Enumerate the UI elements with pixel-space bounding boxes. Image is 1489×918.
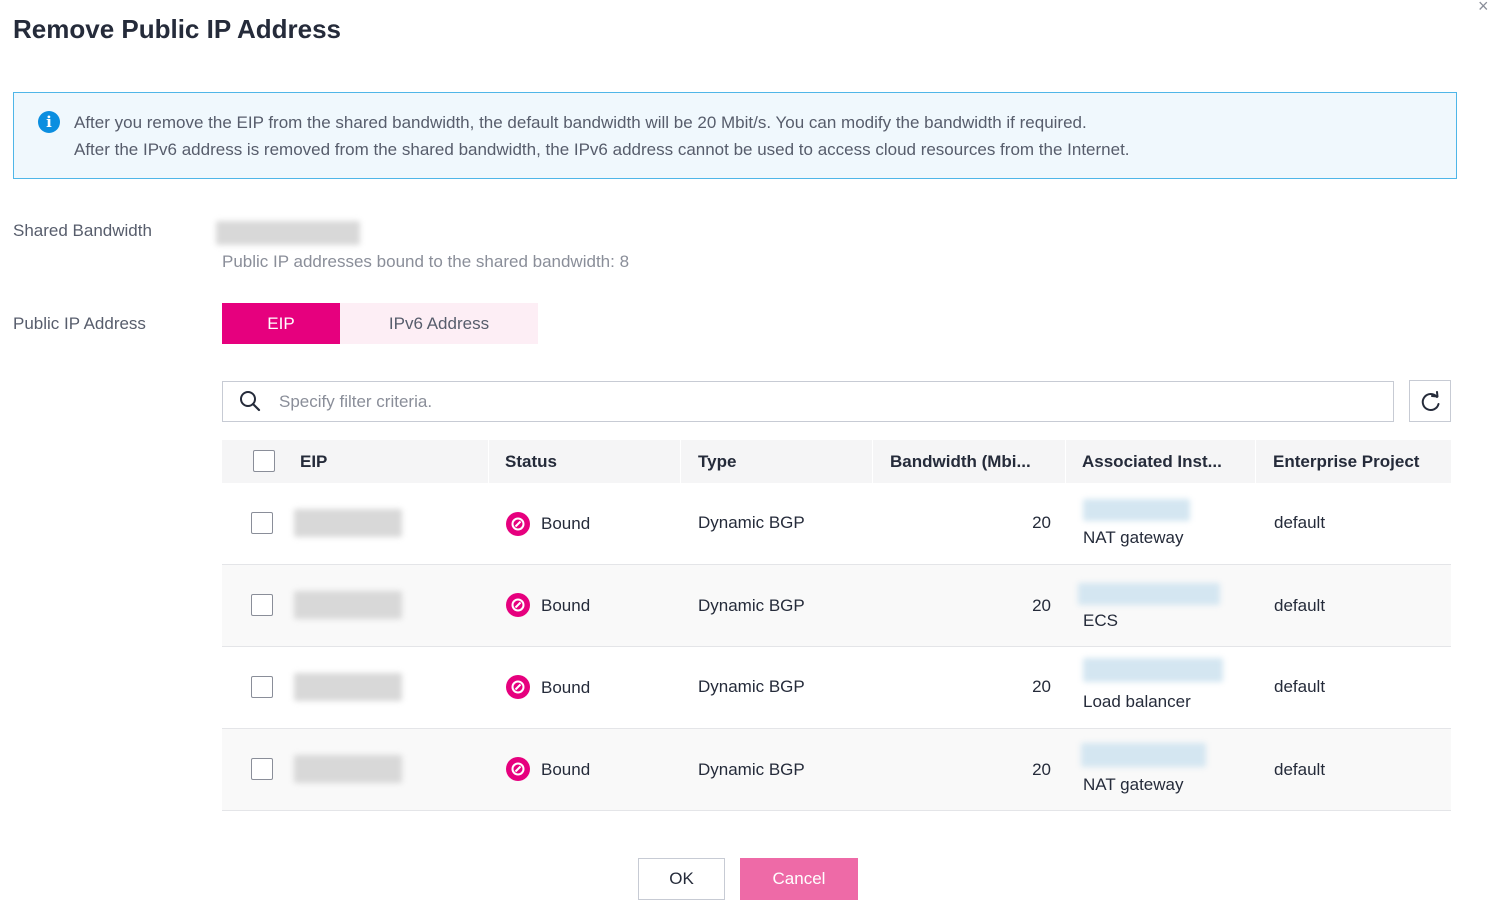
ok-button[interactable]: OK <box>638 858 725 900</box>
tab-eip[interactable]: EIP <box>222 303 340 344</box>
eip-address-redacted[interactable] <box>294 673 402 701</box>
status-text: Bound <box>541 760 591 779</box>
status-text: Bound <box>541 514 591 533</box>
bound-status-icon <box>506 512 530 536</box>
row-checkbox[interactable] <box>251 758 273 780</box>
bound-status-icon <box>506 757 530 781</box>
select-all-checkbox[interactable] <box>253 450 275 472</box>
instance-name-redacted[interactable] <box>1083 499 1190 521</box>
column-header-bandwidth[interactable]: Bandwidth (Mbi... <box>890 440 1031 483</box>
row-checkbox[interactable] <box>251 512 273 534</box>
search-icon <box>240 391 261 412</box>
table-row: Bound Dynamic BGP 20 ECS default <box>222 565 1451 647</box>
bandwidth-value: 20 <box>1032 677 1051 696</box>
type-text: Dynamic BGP <box>698 677 805 696</box>
bound-count-hint: Public IP addresses bound to the shared … <box>222 252 630 271</box>
close-icon[interactable]: × <box>1478 0 1489 17</box>
type-text: Dynamic BGP <box>698 596 805 615</box>
bandwidth-value: 20 <box>1032 596 1051 615</box>
instance-type-text: NAT gateway <box>1083 775 1184 794</box>
info-icon: i <box>38 111 60 133</box>
column-header-type[interactable]: Type <box>698 440 736 483</box>
instance-name-redacted[interactable] <box>1081 743 1206 767</box>
search-input[interactable]: Specify filter criteria. <box>222 381 1394 422</box>
instance-name-redacted[interactable] <box>1083 658 1223 682</box>
bound-status-icon <box>506 593 530 617</box>
eip-address-redacted[interactable] <box>294 591 402 619</box>
instance-type-text: Load balancer <box>1083 692 1191 711</box>
alert-line-2: After the IPv6 address is removed from t… <box>74 140 1130 159</box>
table-row: Bound Dynamic BGP 20 NAT gateway default <box>222 729 1451 811</box>
row-checkbox[interactable] <box>251 594 273 616</box>
column-header-enterprise-project[interactable]: Enterprise Project <box>1273 440 1419 483</box>
row-checkbox[interactable] <box>251 676 273 698</box>
type-text: Dynamic BGP <box>698 760 805 779</box>
table-row: Bound Dynamic BGP 20 NAT gateway default <box>222 483 1451 565</box>
bound-status-icon <box>506 675 530 699</box>
tab-ipv6-address[interactable]: IPv6 Address <box>340 303 538 344</box>
status-text: Bound <box>541 678 591 697</box>
type-text: Dynamic BGP <box>698 513 805 532</box>
search-placeholder: Specify filter criteria. <box>279 392 433 411</box>
eip-address-redacted[interactable] <box>294 755 402 783</box>
column-header-associated-instance[interactable]: Associated Inst... <box>1082 440 1222 483</box>
eip-address-redacted[interactable] <box>294 509 402 537</box>
public-ip-label: Public IP Address <box>13 314 146 333</box>
bandwidth-value: 20 <box>1032 513 1051 532</box>
enterprise-project-text: default <box>1274 596 1326 615</box>
shared-bandwidth-label: Shared Bandwidth <box>13 221 152 240</box>
enterprise-project-text: default <box>1274 760 1326 779</box>
bandwidth-value: 20 <box>1032 760 1051 779</box>
alert-line-1: After you remove the EIP from the shared… <box>74 113 1087 132</box>
cancel-button[interactable]: Cancel <box>740 858 858 900</box>
enterprise-project-text: default <box>1274 513 1326 532</box>
enterprise-project-text: default <box>1274 677 1326 696</box>
instance-type-text: NAT gateway <box>1083 528 1184 547</box>
column-header-eip[interactable]: EIP <box>300 440 327 483</box>
table-row: Bound Dynamic BGP 20 Load balancer defau… <box>222 647 1451 729</box>
table-header: EIP Status Type Bandwidth (Mbi... Associ… <box>222 440 1451 483</box>
info-alert: i After you remove the EIP from the shar… <box>13 92 1457 179</box>
refresh-icon <box>1421 391 1440 411</box>
instance-name-redacted[interactable] <box>1078 583 1220 605</box>
shared-bandwidth-name-redacted <box>216 221 360 245</box>
column-header-status[interactable]: Status <box>505 440 557 483</box>
refresh-button[interactable] <box>1409 380 1451 422</box>
status-text: Bound <box>541 596 591 615</box>
instance-type-text: ECS <box>1083 611 1118 630</box>
dialog-title: Remove Public IP Address <box>13 14 342 44</box>
